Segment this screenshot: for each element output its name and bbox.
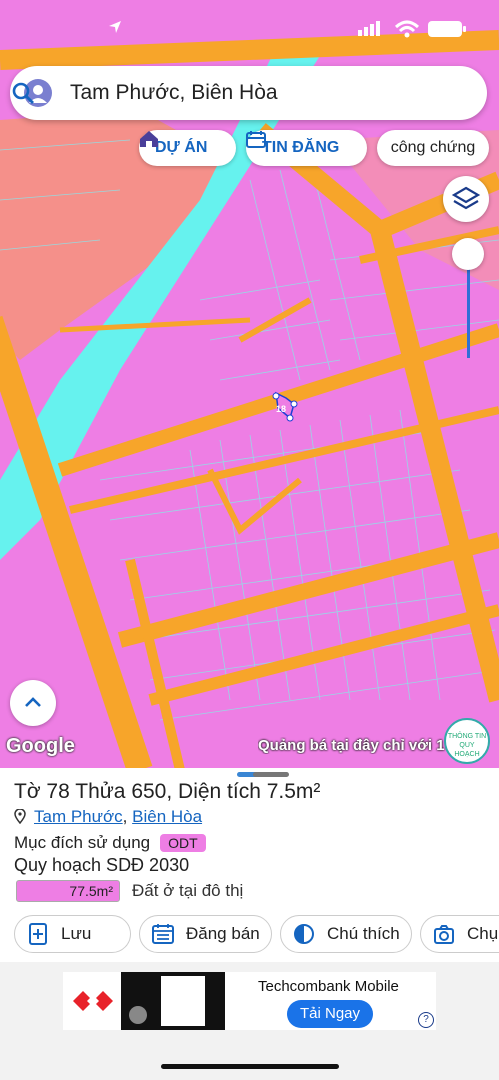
plan-area-desc: Đất ở tại đô thị bbox=[132, 881, 244, 900]
contrast-icon bbox=[294, 924, 314, 944]
land-purpose: Mục đích sử dụng ODT bbox=[14, 833, 206, 853]
parcel-marker-label: 18 bbox=[276, 404, 286, 414]
chevron-up-icon bbox=[25, 697, 41, 707]
location-pin-icon bbox=[14, 808, 26, 825]
legend-label: Chú thích bbox=[327, 924, 400, 943]
save-label: Lưu bbox=[61, 924, 92, 943]
location-arrow-icon bbox=[109, 21, 121, 33]
techcombank-logo bbox=[73, 991, 113, 1011]
ad-banner[interactable]: Techcombank Mobile Tải Ngay ? bbox=[63, 972, 436, 1030]
add-doc-icon bbox=[29, 923, 47, 945]
legend-button[interactable]: Chú thích bbox=[280, 915, 412, 953]
search-bar[interactable]: Tam Phước, Biên Hòa bbox=[10, 66, 487, 120]
signal-icon bbox=[358, 21, 380, 36]
parcel-location: Tam Phước, Biên Hòa bbox=[14, 807, 202, 827]
ad-video[interactable] bbox=[121, 972, 225, 1030]
ad-info-icon[interactable]: ? bbox=[418, 1012, 434, 1028]
ad-title: Techcombank Mobile bbox=[258, 978, 399, 995]
home-indicator[interactable] bbox=[161, 1064, 339, 1069]
chip-cong-chung[interactable]: công chứng bbox=[377, 130, 489, 166]
plan-area-bar: 77.5m² bbox=[16, 880, 120, 902]
layers-icon bbox=[451, 186, 481, 210]
purpose-code-badge: ODT bbox=[160, 834, 206, 852]
parcel-title: Tờ 78 Thửa 650, Diện tích 7.5m² bbox=[14, 780, 321, 803]
camera-icon bbox=[434, 925, 454, 944]
capture-button[interactable]: Chụ bbox=[420, 915, 499, 953]
calendar-icon bbox=[246, 131, 266, 148]
status-bar bbox=[0, 0, 499, 52]
layers-button[interactable] bbox=[443, 176, 489, 222]
zoom-slider-knob[interactable] bbox=[452, 238, 484, 270]
sheet-handle-secondary[interactable] bbox=[253, 772, 289, 777]
map-ad-text[interactable]: Quảng bá tại đây chỉ với 1 bbox=[258, 737, 446, 754]
search-icon[interactable] bbox=[10, 80, 36, 106]
location-city-link[interactable]: Biên Hòa bbox=[132, 807, 202, 826]
save-button[interactable]: Lưu bbox=[14, 915, 131, 953]
house-icon bbox=[140, 131, 158, 147]
battery-icon bbox=[428, 21, 466, 37]
location-ward-link[interactable]: Tam Phước bbox=[34, 807, 123, 826]
plan-label: Quy hoạch SDĐ 2030 bbox=[14, 855, 190, 875]
calendar-icon bbox=[152, 924, 174, 944]
ad-video-frame bbox=[161, 976, 205, 1026]
planning-info-badge[interactable]: THÔNG TIN QUY HOẠCH bbox=[444, 718, 490, 764]
chip-label: DỰ ÁN bbox=[155, 139, 208, 156]
google-logo: Google bbox=[6, 735, 75, 757]
chip-label: công chứng bbox=[390, 139, 476, 156]
ad-cta-button[interactable]: Tải Ngay bbox=[287, 1000, 373, 1028]
expand-up-button[interactable] bbox=[10, 680, 56, 726]
zoom-slider-track[interactable] bbox=[467, 256, 470, 358]
location-separator: , bbox=[122, 807, 133, 826]
chip-label: TIN ĐĂNG bbox=[262, 139, 340, 156]
mute-icon[interactable] bbox=[129, 1006, 147, 1024]
chip-du-an[interactable]: DỰ ÁN bbox=[139, 130, 236, 166]
wifi-icon bbox=[394, 20, 420, 38]
map-view[interactable]: 18 Tam Phước, Biên Hòa DỰ ÁN TIN ĐĂNG cô… bbox=[0, 0, 499, 770]
capture-label: Chụ bbox=[467, 924, 499, 943]
purpose-label: Mục đích sử dụng bbox=[14, 833, 151, 852]
search-query[interactable]: Tam Phước, Biên Hòa bbox=[70, 81, 278, 105]
chip-tin-dang[interactable]: TIN ĐĂNG bbox=[246, 130, 367, 166]
post-sale-label: Đăng bán bbox=[186, 924, 260, 943]
post-sale-button[interactable]: Đăng bán bbox=[139, 915, 272, 953]
